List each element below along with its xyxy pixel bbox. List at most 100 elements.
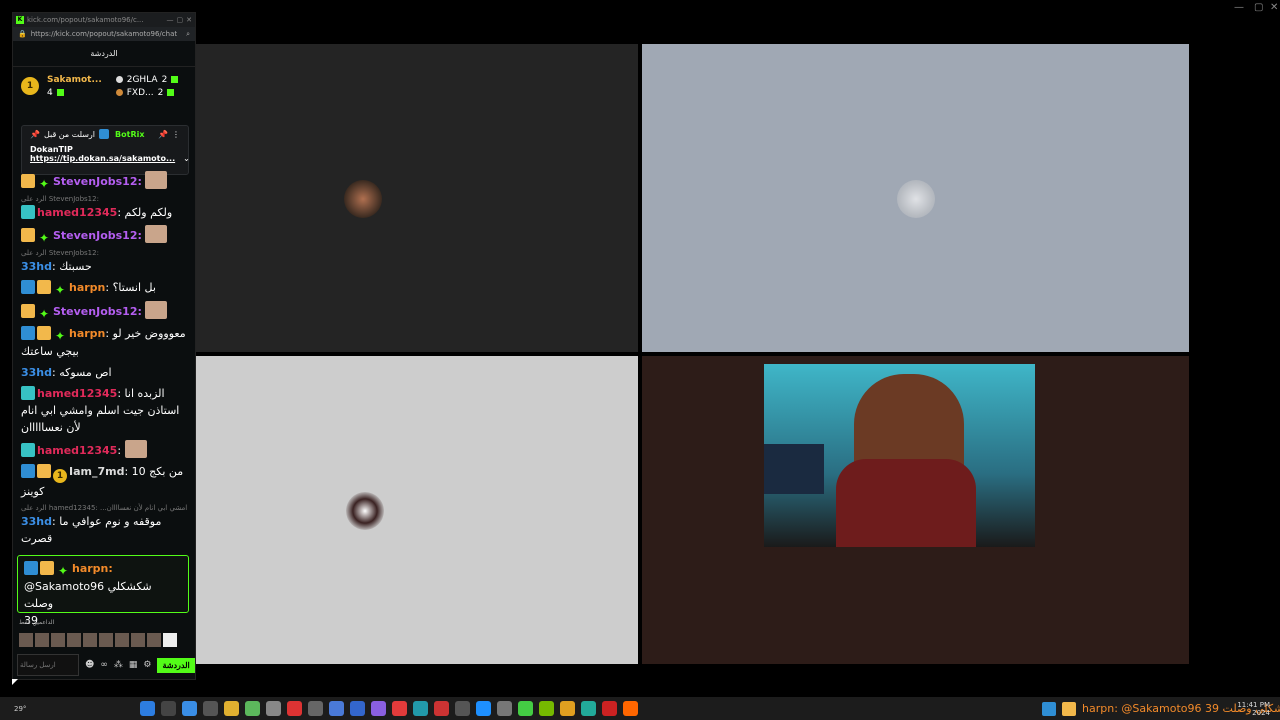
app-icon[interactable] (539, 701, 554, 716)
video-tile-1[interactable] (196, 44, 638, 352)
maximize-icon[interactable]: ▢ (177, 16, 184, 24)
chat-message: ✦ harpn: معوووض خير لو بيجي ساعتك (21, 325, 189, 360)
pinned-by-label: ارسلت من قبل (43, 129, 96, 139)
edge-icon[interactable] (182, 701, 197, 716)
window-titlebar[interactable]: K kick.com/popout/sakamoto96/c... — ▢ ✕ (13, 13, 195, 27)
reply-context: الرد على StevenJobs12: (21, 195, 99, 203)
video-tile-3[interactable] (196, 356, 638, 664)
arrow-badge-icon (24, 561, 38, 575)
start-icon[interactable] (140, 701, 155, 716)
app-icon[interactable] (434, 701, 449, 716)
message-text: : ولكم ولكم (117, 206, 173, 219)
search-icon[interactable] (161, 701, 176, 716)
arrow-badge-icon (21, 280, 35, 294)
star-badge-icon: ✦ (57, 564, 69, 578)
more-options-icon[interactable]: ⋮ (172, 130, 180, 139)
crown-badge-icon (21, 174, 35, 188)
video-tile-4[interactable] (642, 356, 1189, 664)
reply-context: الرد على StevenJobs12: (21, 249, 99, 257)
close-icon[interactable]: ✕ (1270, 2, 1278, 13)
emoji-icon[interactable]: ☻ (85, 660, 94, 670)
crown-badge-icon (37, 280, 51, 294)
avatar (131, 633, 145, 647)
app-icon[interactable] (581, 701, 596, 716)
message-user: 33hd (21, 260, 53, 273)
brave-icon[interactable] (623, 701, 638, 716)
clock-time: 11:41 PM (1237, 700, 1270, 709)
chat-message: ✦ StevenJobs12: (21, 171, 189, 191)
app-icon[interactable] (392, 701, 407, 716)
unpin-icon[interactable]: 📌 (158, 130, 168, 139)
app-icon[interactable] (602, 701, 617, 716)
message-text: : بل انستا؟ (105, 281, 156, 294)
weather-widget[interactable]: 29° (14, 705, 26, 713)
taskbar-apps (140, 701, 638, 716)
chat-message: 33hd: موقفه و نوم عوافي ما قصرت (21, 513, 189, 547)
star-badge-icon: ✦ (38, 307, 50, 321)
star-badge-icon: ✦ (38, 177, 50, 191)
app-icon[interactable] (266, 701, 281, 716)
pinned-link[interactable]: https://tip.dokan.sa/sakamoto... (30, 154, 175, 163)
crown-badge-icon (37, 464, 51, 478)
video-tile-2[interactable] (642, 44, 1189, 352)
zoom-icon[interactable]: ⌕ (186, 30, 190, 39)
app-icon[interactable] (329, 701, 344, 716)
message-user: 33hd (21, 515, 53, 528)
close-icon[interactable]: ✕ (186, 16, 192, 24)
leader-count: 2 (161, 74, 168, 85)
chat-input[interactable] (17, 654, 79, 676)
task-view-icon[interactable] (203, 701, 218, 716)
bot-badge-icon (99, 129, 110, 139)
community-icon[interactable]: ⁂ (114, 660, 123, 670)
leader-name: FXD... (126, 87, 154, 98)
clock[interactable]: 11:41 PM 2024 (1237, 701, 1270, 717)
infinity-icon[interactable]: ∞ (100, 660, 108, 670)
discord-icon[interactable] (371, 701, 386, 716)
gem-icon (56, 89, 64, 96)
message-text: : (117, 444, 122, 457)
gear-icon[interactable]: ⚙ (143, 660, 151, 670)
message-user: harpn (69, 327, 106, 340)
chat-message: 33hd: حسبتك (21, 258, 189, 275)
crown-badge-icon (21, 304, 35, 318)
app-icon[interactable] (497, 701, 512, 716)
supporters-label: الداعمين فقط (19, 619, 55, 626)
pinned-message[interactable]: 📌 ارسلت من قبل BotRix 📌 ⋮ DokanTIP https… (21, 125, 190, 175)
address-bar[interactable]: 🔒 https://kick.com/popout/sakamoto96/cha… (13, 27, 195, 41)
emote (145, 301, 168, 319)
chrome-icon[interactable] (560, 701, 575, 716)
message-user: StevenJobs12: (53, 305, 142, 318)
chat-title: الدردشة (90, 49, 118, 58)
app-icon[interactable] (308, 701, 323, 716)
sub-badge-icon (21, 443, 35, 457)
minimize-icon[interactable]: — (1234, 2, 1244, 13)
url-text[interactable]: https://kick.com/popout/sakamoto96/chat (31, 30, 182, 38)
bronze-medal-icon (115, 89, 123, 96)
minimize-icon[interactable]: — (167, 16, 174, 24)
app-icon[interactable] (413, 701, 428, 716)
message-user: StevenJobs12: (53, 229, 142, 242)
telegram-icon[interactable] (476, 701, 491, 716)
window-title: kick.com/popout/sakamoto96/c... (27, 16, 144, 24)
taskbar: 29° harpn: @Sakamoto96 شكشكلي وصلت 39 11… (0, 697, 1280, 720)
supporter-avatars (19, 633, 177, 647)
arrow-badge-icon (21, 464, 35, 478)
gift-leaderboard: 1 Sakamot... 4 2GHLA 2 FXD... 2 (13, 67, 195, 105)
avatar (19, 633, 33, 647)
app-icon[interactable] (518, 701, 533, 716)
app-icon[interactable] (287, 701, 302, 716)
maximize-icon[interactable]: ▢ (1254, 2, 1263, 13)
chevron-down-icon[interactable]: ⌄ (183, 154, 190, 163)
reply-context: الرد على hamed12345: ...امشي ابي انام لأ… (21, 504, 188, 512)
folder-icon[interactable] (224, 701, 239, 716)
send-button[interactable]: الدردشة (157, 657, 195, 673)
leader-first: Sakamot... (47, 75, 102, 85)
app-icon[interactable] (350, 701, 365, 716)
chat-popout-window[interactable]: K kick.com/popout/sakamoto96/c... — ▢ ✕ … (12, 12, 196, 680)
app-icon[interactable] (455, 701, 470, 716)
silver-medal-icon (115, 76, 123, 83)
store-icon[interactable]: ▦ (129, 660, 138, 670)
avatar (83, 633, 97, 647)
xbox-icon[interactable] (245, 701, 260, 716)
crown-badge-icon (1062, 701, 1076, 716)
